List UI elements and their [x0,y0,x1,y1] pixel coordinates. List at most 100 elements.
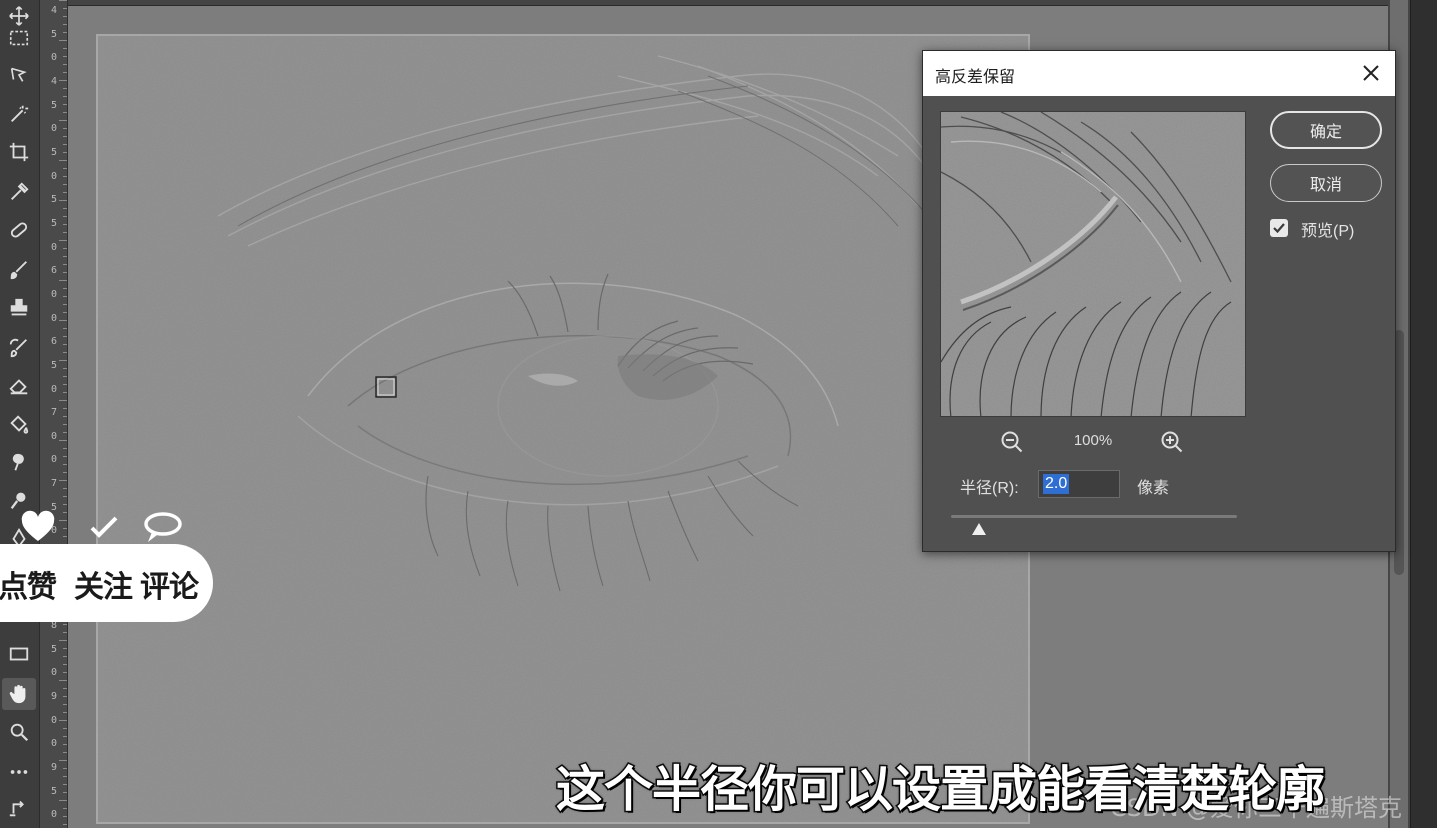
ruler-number: 5 [50,99,58,111]
ruler-tick [63,128,67,129]
lasso-icon [10,67,27,82]
hand-tool[interactable] [2,678,36,710]
ruler-tick [59,240,67,241]
ruler-tick [59,280,67,281]
ruler-number: 0 [50,714,58,726]
preview-checkbox[interactable] [1270,219,1288,237]
ruler-tick [63,816,67,817]
ruler-tick [63,168,67,169]
ruler-tick [59,680,67,681]
ok-button[interactable]: 确定 [1270,111,1382,149]
follow-label[interactable]: 关注 [74,562,133,606]
document-canvas[interactable] [96,34,1030,824]
ruler-tick [63,784,67,785]
ruler-number: 9 [50,691,58,703]
ruler-tick [63,16,67,17]
lasso-tool[interactable] [2,58,36,90]
ruler-tick [63,456,67,457]
ruler-tick [63,392,67,393]
ruler-tick [63,192,67,193]
ruler-tick [59,400,67,401]
ruler-number: 0 [50,454,58,466]
bucket-icon [10,415,29,434]
ruler-number: 5 [50,217,58,229]
ruler-tick [63,376,67,377]
ruler-tick [59,320,67,321]
ruler-tick [63,416,67,417]
close-button[interactable] [1357,59,1385,87]
ruler-number: 6 [50,336,58,348]
ruler-tick [63,232,67,233]
ruler-number: 6 [50,265,58,277]
radius-value[interactable]: 2.0 [1043,474,1070,494]
smudge-tool[interactable] [2,446,36,478]
ruler-tick [59,360,67,361]
paint-bucket-tool[interactable] [2,408,36,440]
vertical-ruler: 45045050550600650700750800850900950 [40,0,68,828]
zoom-in-icon [1161,431,1183,453]
cancel-button[interactable]: 取消 [1270,164,1382,202]
ruler-tick [63,424,67,425]
like-label[interactable]: 点赞 [0,562,57,606]
ruler-tick [63,296,67,297]
zoom-out-button[interactable] [999,429,1025,455]
zoom-in-button[interactable] [1159,429,1185,455]
ruler-tick [63,696,67,697]
ruler-tick [63,656,67,657]
ruler-tick [63,368,67,369]
ruler-tick [59,0,67,1]
eyedropper-tool[interactable] [2,176,36,208]
ruler-tick [63,96,67,97]
speech-bubble-icon [144,512,182,542]
ruler-tick [63,72,67,73]
history-brush-tool[interactable] [2,332,36,364]
ruler-tick [63,528,67,529]
ruler-tick [59,200,67,201]
zoom-tool[interactable] [2,716,36,748]
radius-slider[interactable] [951,515,1237,518]
swap-colors-button[interactable] [2,792,36,824]
rectangle-icon [9,647,29,661]
ruler-tick [59,760,67,761]
more-tools[interactable] [2,756,36,788]
ruler-number: 8 [50,620,58,632]
close-icon [1363,65,1379,81]
ruler-number: 5 [50,643,58,655]
radius-slider-thumb[interactable] [971,521,987,535]
filter-preview[interactable] [940,111,1246,417]
shape-tool[interactable] [2,638,36,670]
dodge-icon [10,492,26,509]
ruler-number: 9 [50,762,58,774]
ruler-tick [63,472,67,473]
ruler-tick [63,184,67,185]
preview-label[interactable]: 预览(P) [1301,217,1354,241]
marquee-tool[interactable] [2,22,36,54]
ruler-tick [63,704,67,705]
eyedropper-icon [11,182,29,200]
ruler-tick [63,344,67,345]
tools-panel [0,0,40,828]
ruler-number: 0 [50,312,58,324]
ruler-tick [63,24,67,25]
crop-tool[interactable] [2,136,36,168]
ruler-tick [63,672,67,673]
ruler-tick [63,32,67,33]
ruler-tick [63,752,67,753]
ruler-tick [63,488,67,489]
ruler-number: 5 [50,28,58,40]
radius-input[interactable]: 2.0 [1038,470,1120,498]
hand-icon [9,684,26,704]
crop-icon [9,142,29,162]
social-actions-bar: 点赞 关注 评论 [0,544,213,622]
magic-wand-tool[interactable] [2,98,36,130]
ruler-tick [63,256,67,257]
stamp-tool[interactable] [2,292,36,324]
ruler-tick [63,432,67,433]
brush-tool[interactable] [2,254,36,286]
eraser-tool[interactable] [2,370,36,402]
ruler-tick [63,264,67,265]
healing-tool[interactable] [2,214,36,246]
ruler-tick [63,624,67,625]
comment-label[interactable]: 评论 [140,562,199,606]
dialog-titlebar[interactable]: 高反差保留 [923,51,1395,96]
